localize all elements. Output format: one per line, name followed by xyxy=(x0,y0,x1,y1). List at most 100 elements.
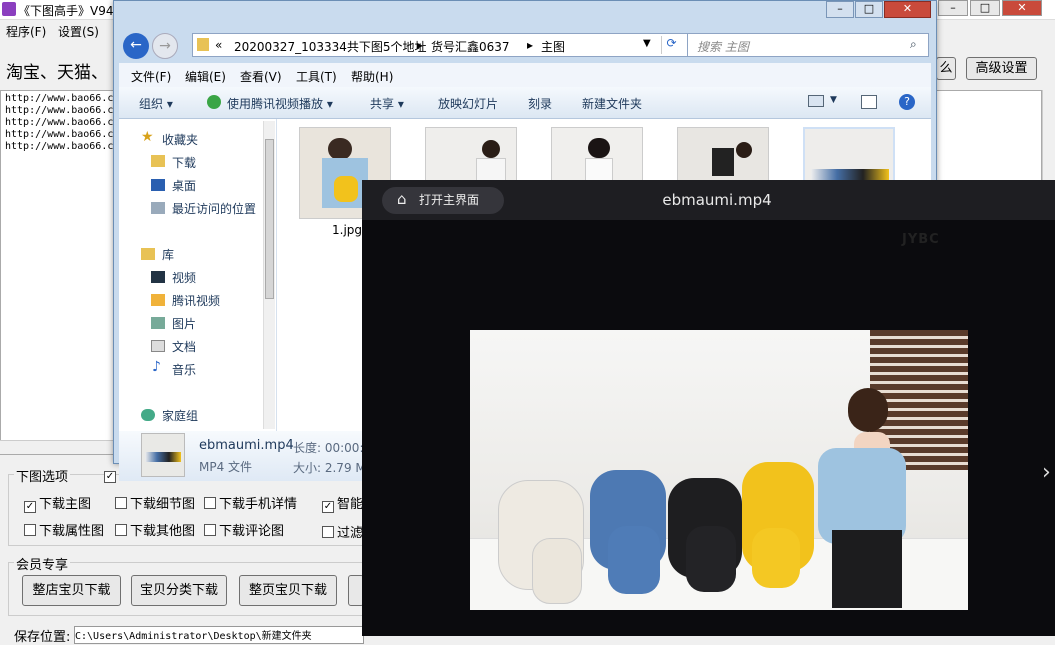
nav-documents[interactable]: 文档 xyxy=(172,338,196,355)
nav-downloads[interactable]: 下载 xyxy=(172,154,196,171)
slideshow-button[interactable]: 放映幻灯片 xyxy=(438,95,498,112)
menu-view[interactable]: 查看(V) xyxy=(240,68,282,85)
download-comment-checkbox[interactable]: 下载评论图 xyxy=(204,520,284,539)
small-cream-backpack xyxy=(532,538,582,604)
bg-window-title: 《下图高手》V94 xyxy=(18,4,114,18)
download-other-checkbox[interactable]: 下载其他图 xyxy=(115,520,195,539)
menu-file[interactable]: 文件(F) xyxy=(131,68,171,85)
nav-tencent-video[interactable]: 腾讯视频 xyxy=(172,292,220,309)
play-with-tencent-button[interactable]: 使用腾讯视频播放 ▾ xyxy=(227,95,333,112)
download-main-checkbox[interactable]: ✓ 下载主图 xyxy=(24,493,91,513)
bg-banner-text: 淘宝、天猫、 xyxy=(6,63,108,83)
small-black-backpack xyxy=(686,526,736,592)
category-download-button[interactable]: 宝贝分类下载 xyxy=(131,575,227,606)
video-frame[interactable] xyxy=(470,330,968,610)
download-attr-checkbox[interactable]: 下载属性图 xyxy=(24,520,104,539)
minimize-icon[interactable]: – xyxy=(938,0,968,16)
breadcrumb-item[interactable]: 货号汇鑫0637 xyxy=(431,38,510,55)
player-watermark: JYBC xyxy=(902,232,940,247)
shop-download-button[interactable]: 整店宝贝下载 xyxy=(22,575,121,606)
small-yellow-backpack xyxy=(752,528,800,588)
download-detail-checkbox[interactable]: 下载细节图 xyxy=(115,493,195,512)
chevron-right-icon: ▸ xyxy=(417,38,424,52)
detail-filetype: MP4 文件 xyxy=(199,460,253,474)
open-main-button[interactable]: ⌂ 打开主界面 xyxy=(382,187,504,214)
search-placeholder: 搜索 主图 xyxy=(697,40,749,54)
video-player-window: ⌂ 打开主界面 ebmaumi.mp4 JYBC › xyxy=(362,180,1055,636)
nav-music[interactable]: 音乐 xyxy=(172,361,196,378)
member-group-label: 会员专享 xyxy=(14,554,71,573)
tencent-video-icon xyxy=(151,294,165,306)
smart-checkbox[interactable]: ✓ 智能 xyxy=(322,493,363,513)
help-icon[interactable]: ? xyxy=(899,94,915,110)
thumb-figure xyxy=(712,148,734,176)
ex-minimize-icon[interactable]: – xyxy=(826,1,854,18)
breadcrumb-overflow[interactable]: « xyxy=(215,38,222,52)
player-title-bar: ⌂ 打开主界面 ebmaumi.mp4 xyxy=(362,180,1055,220)
address-bar[interactable]: « 20200327_103334共下图5个地址 ▸ 货号汇鑫0637 ▸ 主图… xyxy=(192,33,768,57)
view-options-icon[interactable] xyxy=(808,95,824,107)
refresh-icon[interactable]: ⟳ xyxy=(661,36,681,54)
chevron-right-icon[interactable]: › xyxy=(1042,460,1051,485)
nav-pictures[interactable]: 图片 xyxy=(172,315,196,332)
explorer-menu-bar: 文件(F) 编辑(E) 查看(V) 工具(T) 帮助(H) xyxy=(119,63,931,87)
advanced-settings-button[interactable]: 高级设置 xyxy=(966,57,1037,80)
explorer-toolbar: 组织 ▾ 使用腾讯视频播放 ▾ 共享 ▾ 放映幻灯片 刻录 新建文件夹 ▼ ? xyxy=(119,87,931,119)
organize-button[interactable]: 组织 ▾ xyxy=(139,95,173,112)
options-extra-checkbox[interactable]: ✓ xyxy=(104,467,119,483)
navigation-pane: ★ 收藏夹 下载 桌面 最近访问的位置 库 视频 腾讯视频 图片 文档 ♪ 音乐… xyxy=(119,119,277,431)
nav-recent[interactable]: 最近访问的位置 xyxy=(172,200,256,217)
breadcrumb-item[interactable]: 20200327_103334共下图5个地址 xyxy=(234,38,427,55)
desktop-icon xyxy=(151,179,165,191)
thumb-figure xyxy=(736,142,752,158)
girl-legs xyxy=(832,530,902,608)
download-mobile-detail-checkbox[interactable]: 下载手机详情 xyxy=(204,493,297,512)
menu-settings[interactable]: 设置(S) xyxy=(58,23,99,40)
file-caption[interactable]: 1.jpg xyxy=(332,223,362,237)
nav-scrollbar[interactable] xyxy=(263,121,275,429)
player-title: ebmaumi.mp4 xyxy=(662,191,772,209)
nav-desktop[interactable]: 桌面 xyxy=(172,177,196,194)
thumb-figure xyxy=(482,140,500,158)
girl-head xyxy=(848,388,888,432)
filter-checkbox[interactable]: 过滤 xyxy=(322,522,363,541)
page-download-button[interactable]: 整页宝贝下载 xyxy=(239,575,337,606)
thumb-figure xyxy=(588,138,610,158)
chevron-right-icon: ▸ xyxy=(527,38,534,52)
ex-maximize-icon[interactable]: □ xyxy=(855,1,883,18)
new-folder-button[interactable]: 新建文件夹 xyxy=(582,95,642,112)
nav-scroll-thumb[interactable] xyxy=(265,139,274,299)
nav-libraries[interactable]: 库 xyxy=(162,246,174,263)
maximize-icon[interactable]: □ xyxy=(970,0,1000,16)
ex-close-icon[interactable]: ✕ xyxy=(884,1,931,18)
detail-length: 长度: 00:00:2 xyxy=(293,441,372,455)
pictures-icon xyxy=(151,317,165,329)
chevron-down-icon[interactable]: ▼ xyxy=(830,95,837,105)
close-icon[interactable]: ✕ xyxy=(1002,0,1042,16)
library-icon xyxy=(141,248,155,260)
preview-pane-icon[interactable] xyxy=(861,95,877,109)
menu-tools[interactable]: 工具(T) xyxy=(296,68,337,85)
menu-edit[interactable]: 编辑(E) xyxy=(185,68,226,85)
nav-favorites[interactable]: 收藏夹 xyxy=(162,131,198,148)
search-icon[interactable]: ⌕ xyxy=(910,37,917,52)
back-arrow-icon[interactable]: ← xyxy=(123,33,149,59)
breadcrumb-item[interactable]: 主图 xyxy=(541,38,565,55)
forward-arrow-icon[interactable]: → xyxy=(152,33,178,59)
chevron-down-icon[interactable]: ▼ xyxy=(643,38,651,49)
music-icon: ♪ xyxy=(152,359,161,375)
save-path-input[interactable]: C:\Users\Administrator\Desktop\新建文件夹 xyxy=(74,626,364,644)
search-input[interactable]: 搜索 主图 ⌕ xyxy=(687,33,929,57)
play-icon xyxy=(207,95,221,109)
share-button[interactable]: 共享 ▾ xyxy=(370,95,404,112)
documents-icon xyxy=(151,340,165,352)
menu-help[interactable]: 帮助(H) xyxy=(351,68,393,85)
burn-button[interactable]: 刻录 xyxy=(528,95,552,112)
detail-filename: ebmaumi.mp4 xyxy=(199,438,294,453)
nav-homegroup[interactable]: 家庭组 xyxy=(162,407,198,424)
thumb-figure xyxy=(328,138,352,160)
nav-videos[interactable]: 视频 xyxy=(172,269,196,286)
partial-button[interactable]: 么 xyxy=(936,57,956,80)
menu-program[interactable]: 程序(F) xyxy=(6,23,46,40)
thumb-figure xyxy=(145,452,181,462)
